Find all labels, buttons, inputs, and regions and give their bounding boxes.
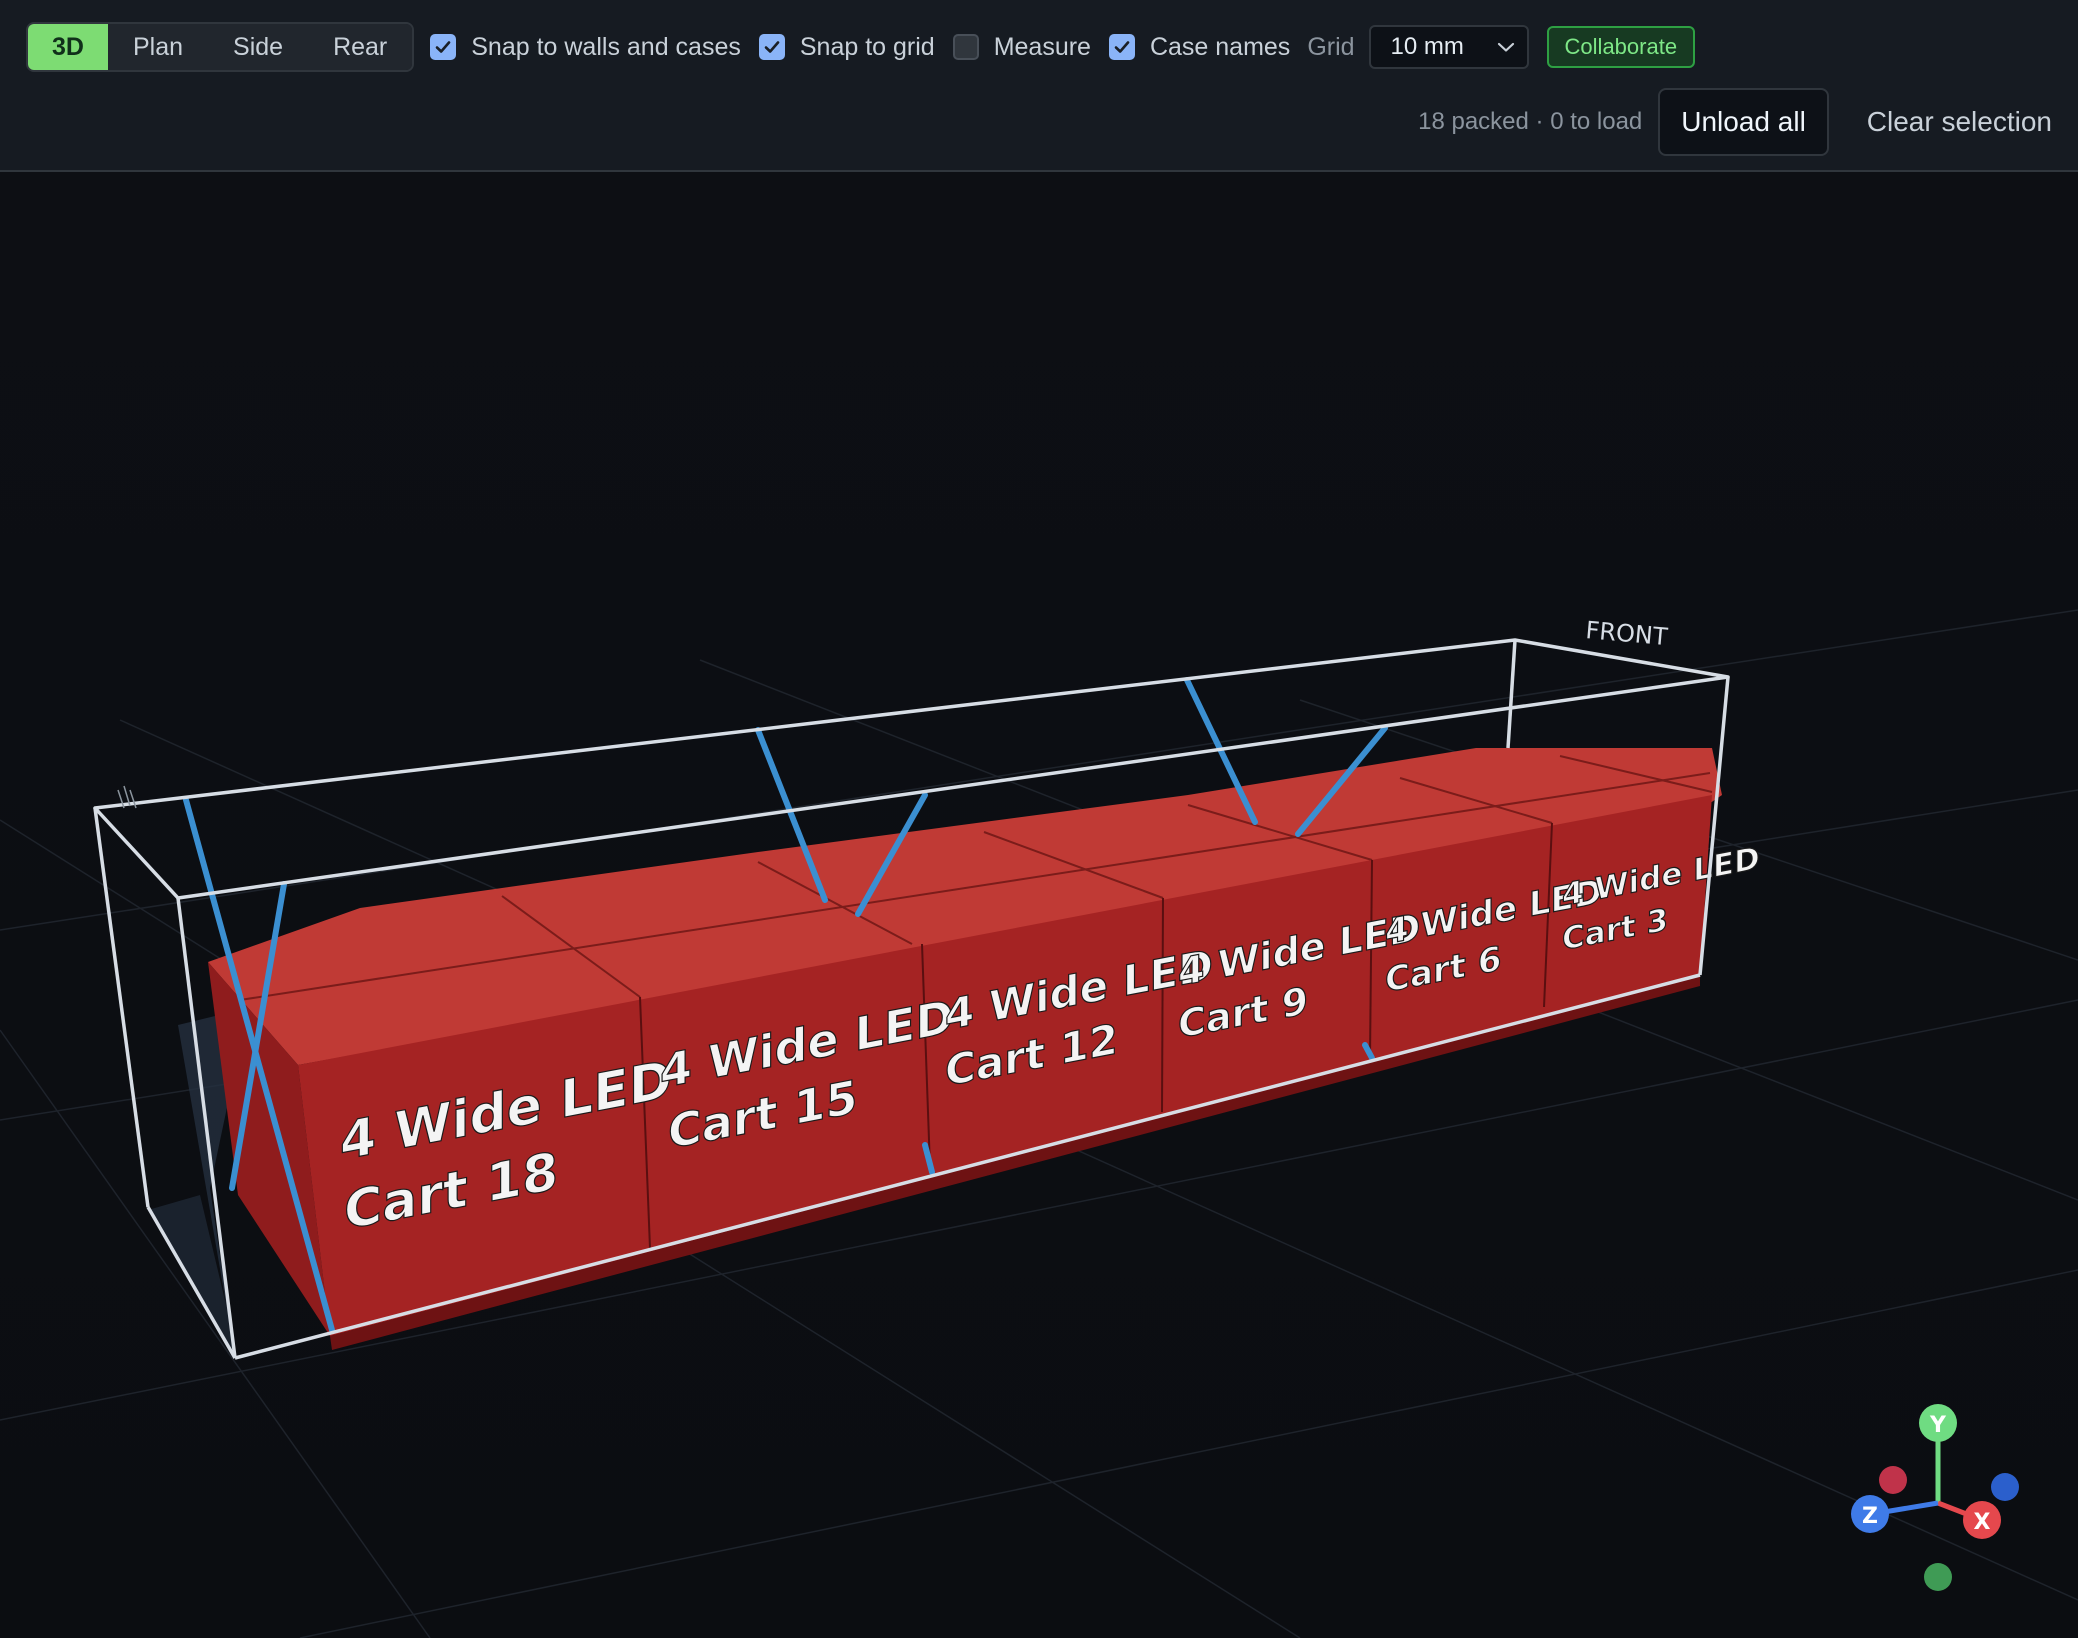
grid-label: Grid — [1307, 32, 1355, 61]
axis-y-label: Y — [1929, 1413, 1947, 1438]
chevron-down-icon — [1497, 42, 1514, 52]
axis-x-label: X — [1974, 1510, 1991, 1535]
grid-size-select[interactable]: 10 mm — [1368, 25, 1529, 69]
packing-status: 18 packed · 0 to load — [1418, 108, 1643, 135]
axis-neg-z-handle[interactable] — [1991, 1473, 2019, 1501]
view-rear-button[interactable]: Rear — [308, 24, 413, 70]
snap-walls-label: Snap to walls and cases — [471, 32, 741, 61]
axis-neg-y-handle[interactable] — [1924, 1563, 1952, 1591]
case-names-toggle[interactable]: Case names — [1108, 32, 1291, 62]
case-names-checkbox[interactable] — [1108, 34, 1135, 60]
axis-z-label: Z — [1862, 1504, 1878, 1529]
3d-scene[interactable]: 4 Wide LED Cart 18 4 Wide LED Cart 15 4 … — [0, 172, 2078, 1638]
snap-grid-toggle[interactable]: Snap to grid — [758, 32, 935, 62]
grid-size-value: 10 mm — [1390, 33, 1464, 60]
checkmark-icon — [435, 41, 451, 53]
view-side-button[interactable]: Side — [208, 24, 309, 70]
collaborate-button[interactable]: Collaborate — [1546, 26, 1696, 68]
view-3d-button[interactable]: 3D — [28, 24, 108, 70]
unload-all-button[interactable]: Unload all — [1658, 88, 1829, 156]
measure-label: Measure — [993, 32, 1091, 61]
snap-walls-toggle[interactable]: Snap to walls and cases — [430, 33, 741, 62]
checkmark-icon — [1114, 41, 1130, 53]
snap-grid-label: Snap to grid — [799, 32, 935, 61]
clear-selection-button[interactable]: Clear selection — [1867, 106, 2052, 138]
checkmark-icon — [764, 41, 780, 53]
toolbar-row-secondary: 18 packed · 0 to load Unload all Clear s… — [1418, 88, 2052, 156]
axis-neg-x-handle[interactable] — [1879, 1466, 1907, 1494]
3d-viewport[interactable]: 4 Wide LED Cart 18 4 Wide LED Cart 15 4 … — [0, 172, 2078, 1638]
snap-grid-checkbox[interactable] — [758, 34, 785, 60]
case-names-label: Case names — [1149, 32, 1291, 61]
measure-toggle[interactable]: Measure — [952, 32, 1091, 62]
measure-checkbox[interactable] — [952, 34, 979, 60]
toolbar: 3D Plan Side Rear Snap to walls and case… — [0, 0, 2078, 172]
snap-walls-checkbox[interactable] — [430, 34, 457, 60]
toolbar-row-primary: 3D Plan Side Rear Snap to walls and case… — [26, 22, 1696, 72]
view-plan-button[interactable]: Plan — [107, 24, 209, 70]
view-switcher: 3D Plan Side Rear — [26, 22, 415, 72]
